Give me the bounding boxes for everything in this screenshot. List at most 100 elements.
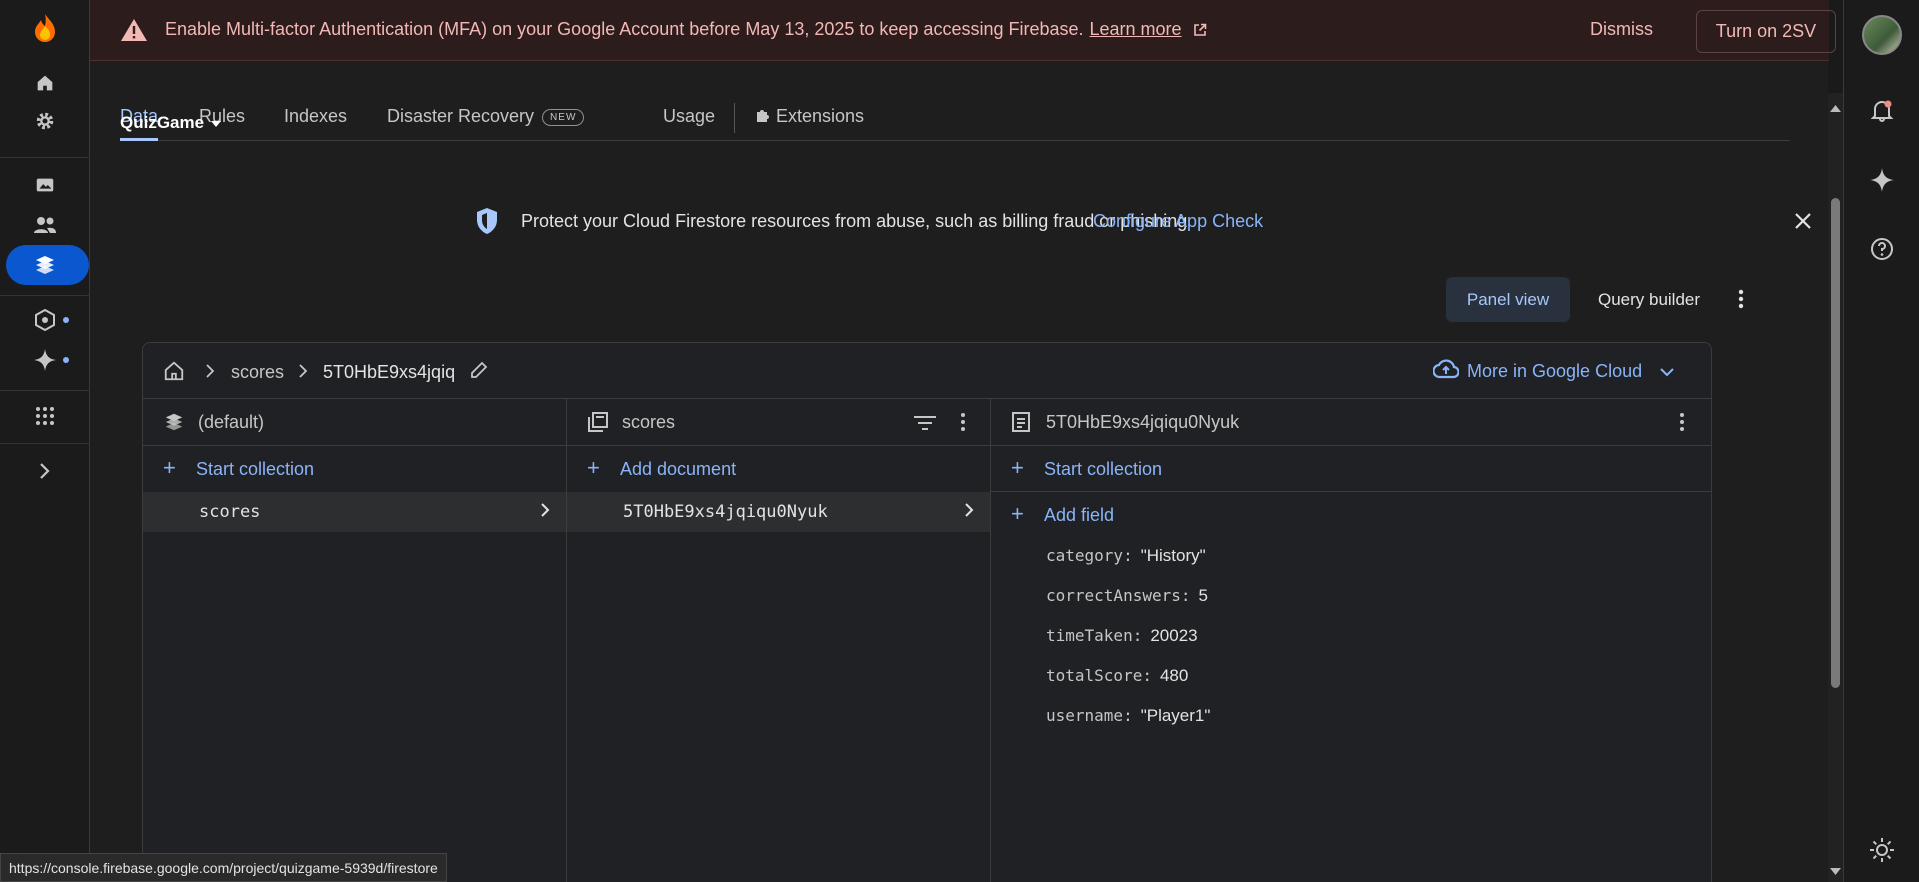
add-document-button[interactable]: + Add document <box>567 446 990 492</box>
field-value: 5 <box>1198 586 1208 605</box>
app-check-message: Protect your Cloud Firestore resources f… <box>521 211 1188 231</box>
document-icon <box>1011 411 1031 438</box>
tab-usage[interactable]: Usage <box>663 106 715 127</box>
field-key: category: <box>1046 546 1133 565</box>
theme-brightness-icon[interactable] <box>1844 830 1919 870</box>
firestore-main-content: Data Rules Indexes Disaster Recovery NEW … <box>90 61 1828 882</box>
document-field[interactable]: totalScore: 480 <box>1046 666 1188 686</box>
app-check-banner: Protect your Cloud Firestore resources f… <box>475 201 1815 241</box>
home-outline-icon[interactable] <box>163 360 185 387</box>
notifications-bell-icon[interactable] <box>1844 90 1919 130</box>
start-subcollection-button[interactable]: + Start collection <box>991 446 1711 492</box>
shield-icon <box>475 207 499 240</box>
start-collection-button[interactable]: + Start collection <box>143 446 566 492</box>
more-vert-icon[interactable] <box>1724 281 1758 317</box>
panel-view-button[interactable]: Panel view <box>1446 277 1570 322</box>
chevron-right-icon <box>964 502 974 523</box>
mfa-message: Enable Multi-factor Authentication (MFA)… <box>165 19 1207 42</box>
caret-down-icon <box>210 113 222 133</box>
edit-pencil-icon[interactable] <box>469 360 489 385</box>
chevron-down-icon <box>1660 361 1674 382</box>
scroll-down-arrow-icon[interactable] <box>1830 863 1841 881</box>
tab-disaster-recovery[interactable]: Disaster Recovery NEW <box>387 106 585 127</box>
warning-icon <box>120 17 148 48</box>
project-switcher[interactable]: QuizGame <box>120 113 222 133</box>
rail-divider <box>0 390 90 391</box>
dismiss-button[interactable]: Dismiss <box>1590 19 1653 40</box>
firestore-tab-bar: Data Rules Indexes Disaster Recovery NEW … <box>120 101 1790 141</box>
all-products-grid-icon[interactable] <box>0 396 90 436</box>
firebase-logo-icon[interactable] <box>0 8 90 48</box>
avatar[interactable] <box>1862 15 1902 55</box>
more-in-google-cloud-label: More in Google Cloud <box>1467 361 1643 381</box>
field-key: username: <box>1046 706 1133 725</box>
mfa-message-text: Enable Multi-factor Authentication (MFA)… <box>165 19 1084 39</box>
gemini-sparkle-icon[interactable] <box>1844 160 1919 200</box>
collection-column-header: scores <box>567 399 990 446</box>
tab-extensions-label: Extensions <box>776 106 865 126</box>
document-field[interactable]: username: "Player1" <box>1046 706 1210 726</box>
filter-icon[interactable] <box>914 415 936 436</box>
document-field[interactable]: correctAnswers: 5 <box>1046 586 1208 606</box>
new-badge: NEW <box>542 108 585 126</box>
more-vert-icon[interactable] <box>960 412 966 437</box>
rail-divider <box>0 295 90 296</box>
document-title: 5T0HbE9xs4jqiqu0Nyuk <box>1046 412 1240 432</box>
plus-icon: + <box>1011 455 1024 480</box>
rail-divider <box>0 443 90 444</box>
tab-divider <box>734 103 735 133</box>
database-column-header: (default) <box>143 399 566 446</box>
main-scrollbar[interactable] <box>1828 93 1843 882</box>
more-vert-icon[interactable] <box>1679 412 1685 437</box>
configure-app-check-link[interactable]: Configure App Check <box>1093 211 1263 232</box>
breadcrumb: scores 5T0HbE9xs4jqiq More in Google Clo… <box>143 343 1711 399</box>
home-icon[interactable] <box>0 63 90 103</box>
scroll-up-arrow-icon[interactable] <box>1830 99 1841 117</box>
cloud-icon <box>1432 359 1460 384</box>
document-field[interactable]: category: "History" <box>1046 546 1206 566</box>
list-item[interactable]: scores <box>143 492 566 532</box>
new-indicator-dot <box>63 317 69 323</box>
database-column: (default) + Start collection scores <box>143 399 567 882</box>
authentication-users-icon[interactable] <box>0 205 90 245</box>
add-field-button[interactable]: + Add field <box>991 492 1711 538</box>
tab-disaster-recovery-label: Disaster Recovery <box>387 106 535 126</box>
add-document-label: Add document <box>620 459 737 479</box>
collection-item-scores: scores <box>199 502 261 522</box>
document-field[interactable]: timeTaken: 20023 <box>1046 626 1198 646</box>
tab-indexes[interactable]: Indexes <box>284 106 347 127</box>
learn-more-link[interactable]: Learn more <box>1090 19 1182 39</box>
collection-icon <box>587 411 609 438</box>
close-icon[interactable] <box>1788 206 1818 236</box>
gemini-sparkle-icon[interactable] <box>0 340 90 380</box>
add-field-label: Add field <box>1044 505 1115 525</box>
more-in-google-cloud-button[interactable]: More in Google Cloud <box>1432 359 1674 384</box>
right-utility-rail <box>1843 0 1919 882</box>
rail-divider <box>0 157 90 158</box>
start-collection-label: Start collection <box>196 459 315 479</box>
plus-icon: + <box>1011 501 1024 526</box>
storage-image-icon[interactable] <box>0 165 90 205</box>
field-value: "Player1" <box>1140 706 1211 725</box>
settings-gear-icon[interactable] <box>0 101 90 141</box>
plus-icon: + <box>163 455 176 480</box>
field-value: 20023 <box>1150 626 1198 645</box>
mfa-warning-banner: Enable Multi-factor Authentication (MFA)… <box>90 0 1836 61</box>
tab-extensions[interactable]: Extensions <box>754 106 864 129</box>
firestore-database-icon[interactable] <box>0 245 90 285</box>
collection-column: scores + Add document 5T0HbE9xs4jqiqu0Ny… <box>567 399 991 882</box>
expand-chevron-right-icon[interactable] <box>0 451 90 491</box>
turn-on-2sv-button[interactable]: Turn on 2SV <box>1696 10 1836 53</box>
help-icon[interactable] <box>1844 229 1919 269</box>
query-builder-button[interactable]: Query builder <box>1584 277 1714 322</box>
new-indicator-dot <box>63 357 69 363</box>
status-bar-url: https://console.firebase.google.com/proj… <box>0 853 447 882</box>
scrollbar-thumb[interactable] <box>1831 198 1840 688</box>
breadcrumb-collection[interactable]: scores <box>231 362 284 383</box>
list-item[interactable]: 5T0HbE9xs4jqiqu0Nyuk <box>567 492 990 532</box>
extensions-hexagon-icon[interactable] <box>0 300 90 340</box>
document-column: 5T0HbE9xs4jqiqu0Nyuk + Start collection … <box>991 399 1711 882</box>
breadcrumb-document[interactable]: 5T0HbE9xs4jqiq <box>323 362 455 383</box>
left-navigation-rail <box>0 0 90 882</box>
chevron-right-icon <box>299 364 308 383</box>
